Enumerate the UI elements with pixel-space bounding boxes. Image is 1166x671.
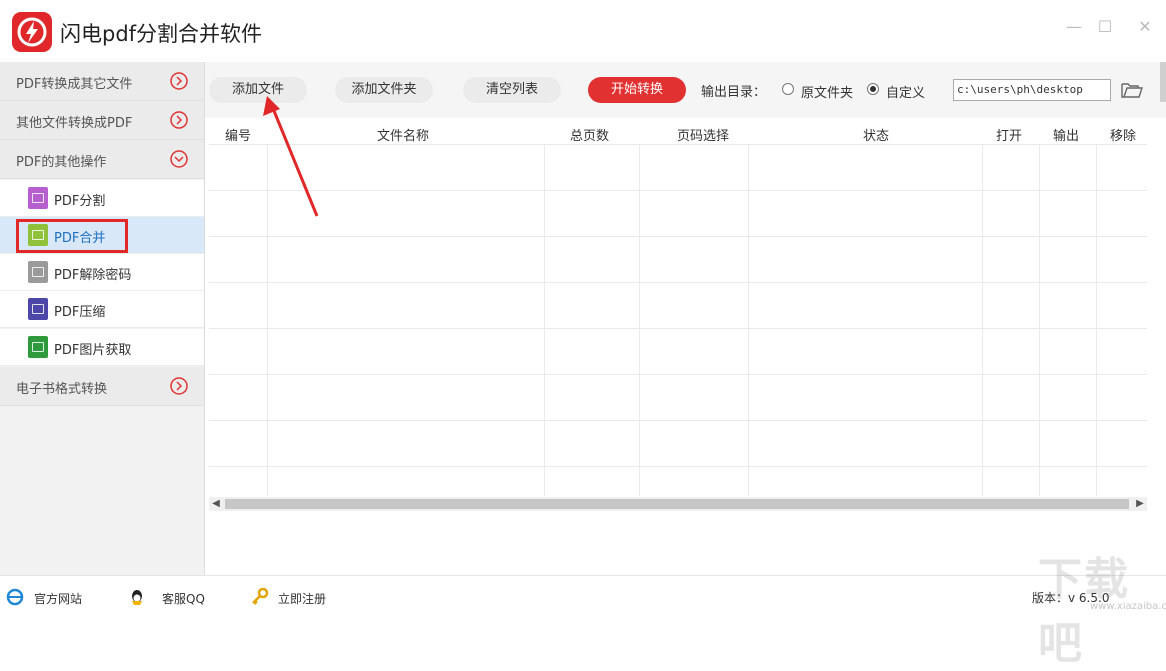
column-header-output: 输出 — [1053, 129, 1080, 144]
table-gridline — [209, 190, 1147, 191]
status-bar: 官方网站 客服QQ 立即注册 版本：v 6.5.0 — [0, 575, 1166, 617]
sidebar: PDF转换成其它文件 其他文件转换成PDF PDF的其他操作 PDF分割 PDF… — [0, 62, 205, 575]
table-gridline — [209, 282, 1147, 283]
table-gridline — [544, 144, 545, 496]
output-path-field[interactable]: c:\users\ph\desktop — [953, 79, 1111, 101]
file-table: 编号 文件名称 总页数 页码选择 状态 打开 输出 移除 — [209, 118, 1147, 496]
radio-original-folder-label: 原文件夹 — [801, 86, 854, 101]
table-gridline — [209, 374, 1147, 375]
sidebar-category-pdf-to-other[interactable]: PDF转换成其它文件 — [0, 62, 204, 101]
sidebar-item-pdf-image-extract[interactable]: PDF图片获取 — [0, 329, 204, 366]
table-gridline — [639, 144, 640, 496]
minimize-button[interactable]: — — [1063, 16, 1085, 38]
title-bar: 闪电pdf分割合并软件 — ☐ ✕ — [0, 0, 1166, 62]
highlight-annotation-box — [16, 219, 128, 253]
key-icon — [252, 588, 269, 605]
column-header-page-range: 页码选择 — [677, 129, 730, 144]
sidebar-item-pdf-unlock[interactable]: PDF解除密码 — [0, 254, 204, 291]
sidebar-category-label: PDF的其他操作 — [16, 155, 107, 170]
annotation-arrow-icon — [263, 96, 319, 217]
horizontal-scrollbar[interactable]: ◀ ▶ — [209, 497, 1147, 511]
main-panel: 添加文件 添加文件夹 清空列表 开始转换 输出目录： 原文件夹 自定义 c:\u… — [205, 62, 1166, 575]
sidebar-category-label: 电子书格式转换 — [16, 382, 108, 397]
scrollbar-thumb[interactable] — [225, 499, 1129, 509]
column-header-status: 状态 — [863, 129, 890, 144]
customer-service-link[interactable]: 客服QQ — [162, 590, 205, 607]
app-logo-icon — [12, 12, 52, 52]
sidebar-item-pdf-split[interactable]: PDF分割 — [0, 180, 204, 217]
sidebar-item-label: PDF压缩 — [54, 305, 106, 320]
clear-list-button[interactable]: 清空列表 — [463, 77, 561, 103]
sidebar-item-label: PDF图片获取 — [54, 343, 132, 358]
chevron-right-circle-icon — [170, 72, 188, 90]
sidebar-category-label: 其他文件转换成PDF — [16, 116, 133, 131]
compress-icon — [28, 298, 48, 320]
table-gridline — [1096, 144, 1097, 496]
register-link[interactable]: 立即注册 — [278, 590, 326, 607]
sidebar-category-other-to-pdf[interactable]: 其他文件转换成PDF — [0, 101, 204, 140]
table-gridline — [209, 144, 1147, 145]
table-gridline — [982, 144, 983, 496]
official-site-link[interactable]: 官方网站 — [34, 590, 82, 607]
column-header-total-pages: 总页数 — [570, 129, 610, 144]
chevron-right-circle-icon — [170, 111, 188, 129]
column-header-number: 编号 — [225, 129, 252, 144]
table-gridline — [209, 236, 1147, 237]
table-gridline — [209, 328, 1147, 329]
close-button[interactable]: ✕ — [1134, 16, 1156, 38]
chevron-down-circle-icon — [170, 150, 188, 168]
toolbar: 添加文件 添加文件夹 清空列表 开始转换 输出目录： 原文件夹 自定义 c:\u… — [205, 62, 1166, 118]
column-header-filename: 文件名称 — [377, 129, 430, 144]
folder-open-icon[interactable] — [1121, 80, 1143, 100]
chevron-right-circle-icon — [170, 377, 188, 395]
sidebar-item-label: PDF分割 — [54, 194, 106, 209]
vertical-scrollbar-thumb[interactable] — [1160, 62, 1166, 102]
table-gridline — [1039, 144, 1040, 496]
add-folder-button[interactable]: 添加文件夹 — [335, 77, 433, 103]
maximize-button[interactable]: ☐ — [1094, 16, 1116, 38]
sidebar-category-ebook-convert[interactable]: 电子书格式转换 — [0, 367, 204, 406]
sidebar-item-pdf-compress[interactable]: PDF压缩 — [0, 291, 204, 328]
radio-custom-label: 自定义 — [886, 86, 926, 101]
sidebar-category-pdf-other-ops[interactable]: PDF的其他操作 — [0, 140, 204, 179]
start-convert-button[interactable]: 开始转换 — [588, 77, 686, 103]
output-dir-label: 输出目录： — [701, 85, 767, 100]
app-title: 闪电pdf分割合并软件 — [60, 22, 263, 46]
table-gridline — [209, 420, 1147, 421]
browser-icon — [6, 588, 24, 606]
column-header-remove: 移除 — [1110, 129, 1137, 144]
table-gridline — [209, 466, 1147, 467]
sidebar-item-label: PDF解除密码 — [54, 268, 132, 283]
radio-custom[interactable] — [867, 83, 879, 95]
radio-original-folder[interactable] — [782, 83, 794, 95]
scroll-left-arrow-icon[interactable]: ◀ — [209, 497, 223, 511]
lock-icon — [28, 261, 48, 283]
sidebar-category-label: PDF转换成其它文件 — [16, 77, 133, 92]
qq-icon — [132, 590, 142, 605]
scroll-right-arrow-icon[interactable]: ▶ — [1133, 497, 1147, 511]
pdf-split-icon — [28, 187, 48, 209]
column-header-open: 打开 — [996, 129, 1023, 144]
watermark-url: www.xiazaiba.com — [1090, 601, 1166, 612]
image-icon — [28, 336, 48, 358]
table-gridline — [748, 144, 749, 496]
